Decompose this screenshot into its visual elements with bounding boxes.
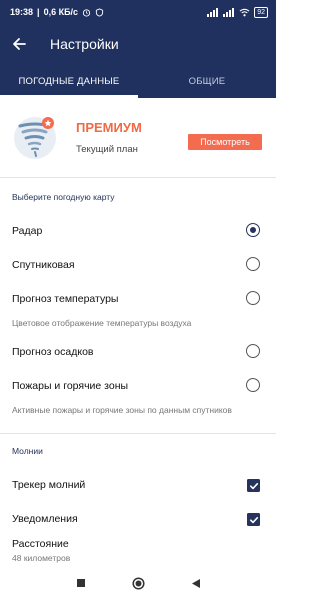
nav-back-icon[interactable] — [191, 578, 201, 589]
alarm-icon — [82, 8, 91, 17]
lightning-item-label: Трекер молний — [12, 479, 86, 491]
lightning-distance-setting[interactable]: Расстояние 48 километров — [0, 534, 276, 564]
system-nav-bar — [0, 566, 276, 600]
signal-icon — [223, 7, 235, 17]
status-time: 19:38 — [10, 7, 34, 17]
back-button[interactable] — [0, 24, 38, 64]
tab-bar: ПОГОДНЫЕ ДАННЫЕ ОБЩИЕ — [0, 64, 276, 98]
lightning-tracker-toggle[interactable]: Трекер молний — [0, 474, 276, 496]
signal-icon — [207, 7, 219, 17]
checkbox[interactable] — [247, 513, 260, 526]
map-option-label: Прогноз осадков — [12, 346, 94, 358]
map-option-label: Радар — [12, 225, 43, 237]
radio-button[interactable] — [246, 378, 260, 392]
premium-subtitle: Текущий план — [76, 144, 138, 155]
page-title: Настройки — [50, 36, 119, 52]
shield-icon — [95, 7, 104, 17]
checkbox[interactable] — [247, 479, 260, 492]
radio-button[interactable] — [246, 291, 260, 305]
checkmark-icon — [249, 482, 258, 489]
map-option-radar[interactable]: Радар — [0, 220, 276, 242]
distance-value: 48 километров — [12, 553, 71, 563]
tab-weather-data[interactable]: ПОГОДНЫЕ ДАННЫЕ — [0, 64, 138, 98]
distance-label: Расстояние — [12, 538, 69, 550]
checkmark-icon — [249, 516, 258, 523]
map-option-label: Прогноз температуры — [12, 293, 119, 305]
lightning-section-heading: Молнии — [12, 446, 43, 456]
battery-indicator: 92 — [254, 6, 268, 18]
map-option-satellite[interactable]: Спутниковая — [0, 254, 276, 276]
premium-title: ПРЕМИУМ — [76, 120, 142, 135]
map-option-description: Активные пожары и горячие зоны по данным… — [12, 405, 232, 415]
map-section-heading: Выберите погодную карту — [12, 192, 115, 202]
tornado-logo-icon — [14, 117, 56, 159]
map-option-fires[interactable]: Пожары и горячие зоны Активные пожары и … — [0, 375, 276, 431]
map-option-label: Пожары и горячие зоны — [12, 380, 129, 392]
radio-button[interactable] — [246, 223, 260, 237]
lightning-item-label: Уведомления — [12, 513, 78, 525]
premium-card: ПРЕМИУМ Текущий план Посмотреть — [0, 98, 276, 178]
app-bar: Настройки — [0, 24, 276, 64]
wifi-icon — [239, 8, 250, 16]
status-speed: 0,6 КБ/с — [43, 7, 79, 17]
status-bar: 19:38 | 0,6 КБ/с 92 — [0, 0, 276, 24]
map-option-precipitation[interactable]: Прогноз осадков — [0, 341, 276, 363]
tab-general[interactable]: ОБЩИЕ — [138, 64, 276, 98]
map-option-description: Цветовое отображение температуры воздуха — [12, 318, 192, 328]
back-arrow-icon — [13, 38, 26, 50]
section-divider — [0, 433, 276, 434]
nav-recents-icon[interactable] — [76, 578, 86, 588]
view-premium-button[interactable]: Посмотреть — [188, 134, 262, 150]
radio-button[interactable] — [246, 257, 260, 271]
map-option-temperature[interactable]: Прогноз температуры Цветовое отображение… — [0, 288, 276, 334]
map-option-label: Спутниковая — [12, 259, 75, 271]
radio-button[interactable] — [246, 344, 260, 358]
lightning-notifications-toggle[interactable]: Уведомления — [0, 508, 276, 530]
status-separator: | — [37, 7, 40, 17]
nav-home-icon[interactable] — [131, 576, 145, 590]
